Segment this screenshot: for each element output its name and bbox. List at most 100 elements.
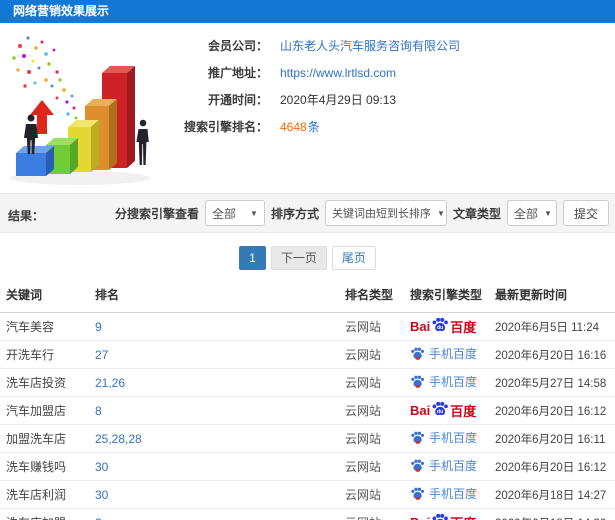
promo-url-row: 推广地址： https://www.lrtlsd.com <box>168 59 460 86</box>
ranking-table: 关键词 排名 排名类型 搜索引擎类型 最新更新时间 汽车美容 9 云网站 Bai <box>0 278 615 520</box>
baidu-logo-bai-text: Bai <box>410 319 431 334</box>
svg-text:du: du <box>437 408 443 414</box>
open-time-row: 开通时间： 2020年4月29日 09:13 <box>168 86 460 113</box>
table-row: 洗车赚钱吗 30 云网站 Bai du 百度 <box>0 452 615 481</box>
rank-link[interactable]: 21,26 <box>95 376 125 390</box>
mobile-baidu-label: 手机百度 <box>429 375 478 389</box>
baidu-logo-cn-text: 百度 <box>450 404 477 419</box>
rank-link[interactable]: 30 <box>95 488 108 502</box>
article-type-select[interactable]: 全部 ▼ <box>506 200 557 226</box>
rank-type-cell: 云网站 <box>345 312 410 341</box>
mobile-baidu-logo: 手机百度 <box>410 345 477 362</box>
engine-rank-value: 4648条 <box>280 118 320 135</box>
sort-filter-select[interactable]: 关键词由短到长排序 ▼ <box>324 200 447 226</box>
engine-cell: Bai du 百度 <box>410 424 495 453</box>
engine-filter-select[interactable]: 全部 ▼ <box>204 200 265 226</box>
last-page-button[interactable]: 尾页 <box>331 246 376 270</box>
rank-table-body: 汽车美容 9 云网站 Bai du 百度 2020年6月5日 11:24 开洗车… <box>0 312 615 520</box>
keyword-cell: 洗车店利润 <box>0 480 95 509</box>
table-row: 洗车店投资 21,26 云网站 Bai du 百度 <box>0 368 615 397</box>
table-row: 洗车店加盟 3 云网站 Bai du 百度 <box>0 508 615 520</box>
baidu-logo-bai-text: Bai <box>410 403 431 418</box>
open-time-label: 开通时间： <box>207 93 268 107</box>
engine-cell: Bai du 百度 <box>410 508 495 520</box>
col-updated: 最新更新时间 <box>495 278 615 313</box>
mobile-baidu-paw-icon <box>411 459 425 472</box>
open-time-value: 2020年4月29日 09:13 <box>280 93 397 107</box>
baidu-logo: Bai du 百度 <box>410 317 476 336</box>
rank-link[interactable]: 3 <box>95 516 102 520</box>
mobile-baidu-paw-icon <box>411 431 425 444</box>
bar-blue <box>16 146 54 176</box>
article-type-label: 文章类型 <box>452 206 501 221</box>
updated-cell: 2020年6月20日 16:12 <box>495 452 615 481</box>
updated-cell: 2020年6月18日 14:27 <box>495 480 615 509</box>
filter-bar: 结果： 分搜索引擎查看 全部 ▼ 排序方式 关键词由短到长排序 ▼ 文章类型 全… <box>0 193 615 233</box>
updated-cell: 2020年6月5日 11:24 <box>495 312 615 341</box>
member-info-panel: 会员公司： 山东老人头汽车服务咨询有限公司 推广地址： https://www.… <box>168 32 460 140</box>
rank-type-cell: 云网站 <box>345 340 410 369</box>
baidu-paw-icon: du <box>432 513 449 520</box>
sort-filter-label: 排序方式 <box>270 206 319 221</box>
engine-filter-label: 分搜索引擎查看 <box>114 206 199 221</box>
rank-link[interactable]: 30 <box>95 460 108 474</box>
rank-link[interactable]: 25,28,28 <box>95 432 142 446</box>
rank-link[interactable]: 8 <box>95 404 102 418</box>
engine-filter-value: 全部 <box>211 206 236 221</box>
rank-cell: 27 <box>95 340 345 369</box>
page-1-button[interactable]: 1 <box>239 246 266 270</box>
rank-cell: 25,28,28 <box>95 424 345 453</box>
member-company-link[interactable]: 山东老人头汽车服务咨询有限公司 <box>280 37 460 54</box>
updated-cell: 2020年6月18日 14:30 <box>495 508 615 520</box>
chevron-down-icon: ▼ <box>544 208 552 218</box>
ranking-table-wrap: 关键词 排名 排名类型 搜索引擎类型 最新更新时间 汽车美容 9 云网站 Bai <box>0 278 615 520</box>
col-engine-type: 搜索引擎类型 <box>410 278 495 313</box>
member-company-label: 会员公司： <box>207 39 268 53</box>
rank-cell: 30 <box>95 452 345 481</box>
col-rank: 排名 <box>95 278 345 313</box>
mobile-baidu-label: 手机百度 <box>429 487 478 501</box>
mobile-baidu-label: 手机百度 <box>429 431 478 445</box>
page-title: 网络营销效果展示 <box>0 0 615 23</box>
updated-cell: 2020年6月20日 16:12 <box>495 396 615 425</box>
rank-type-cell: 云网站 <box>345 368 410 397</box>
rank-link[interactable]: 9 <box>95 320 102 334</box>
keyword-cell: 汽车加盟店 <box>0 396 95 425</box>
mobile-baidu-paw-icon <box>411 487 425 500</box>
member-company-row: 会员公司： 山东老人头汽车服务咨询有限公司 <box>168 32 460 59</box>
rank-type-cell: 云网站 <box>345 396 410 425</box>
engine-rank-row: 搜索引擎排名： 4648条 <box>168 113 460 140</box>
table-row: 开洗车行 27 云网站 Bai du 百度 <box>0 340 615 369</box>
promo-url-link[interactable]: https://www.lrtlsd.com <box>280 66 396 80</box>
marketing-report-page: 网络营销效果展示 会员公司： 山东老人头汽车服务咨询有限公司 推广地址： htt… <box>0 0 615 520</box>
mobile-baidu-logo: 手机百度 <box>410 457 477 474</box>
next-page-button[interactable]: 下一页 <box>270 246 327 270</box>
updated-cell: 2020年6月20日 16:16 <box>495 340 615 369</box>
col-rank-type: 排名类型 <box>345 278 410 313</box>
submit-button[interactable]: 提交 <box>562 200 609 226</box>
keyword-cell: 加盟洗车店 <box>0 424 95 453</box>
mobile-baidu-paw-icon <box>411 347 425 360</box>
rank-type-cell: 云网站 <box>345 508 410 520</box>
table-row: 汽车加盟店 8 云网站 Bai du 百度 2020年6月20日 16:12 <box>0 396 615 425</box>
rank-type-cell: 云网站 <box>345 424 410 453</box>
updated-cell: 2020年6月20日 16:11 <box>495 424 615 453</box>
rank-link[interactable]: 27 <box>95 348 108 362</box>
engine-cell: Bai du 百度 <box>410 312 495 341</box>
engine-cell: Bai du 百度 <box>410 480 495 509</box>
keyword-cell: 开洗车行 <box>0 340 95 369</box>
baidu-logo: Bai du 百度 <box>410 513 476 520</box>
mobile-baidu-label: 手机百度 <box>429 459 478 473</box>
table-row: 加盟洗车店 25,28,28 云网站 Bai du 百度 <box>0 424 615 453</box>
article-type-value: 全部 <box>513 206 538 221</box>
result-label: 结果： <box>8 209 45 223</box>
rank-cell: 21,26 <box>95 368 345 397</box>
chevron-down-icon: ▼ <box>250 208 258 218</box>
mobile-baidu-logo: 手机百度 <box>410 429 477 446</box>
mobile-baidu-paw-icon <box>411 375 425 388</box>
engine-cell: Bai du 百度 <box>410 368 495 397</box>
engine-cell: Bai du 百度 <box>410 396 495 425</box>
keyword-cell: 洗车店投资 <box>0 368 95 397</box>
engine-cell: Bai du 百度 <box>410 452 495 481</box>
table-row: 洗车店利润 30 云网站 Bai du 百度 <box>0 480 615 509</box>
